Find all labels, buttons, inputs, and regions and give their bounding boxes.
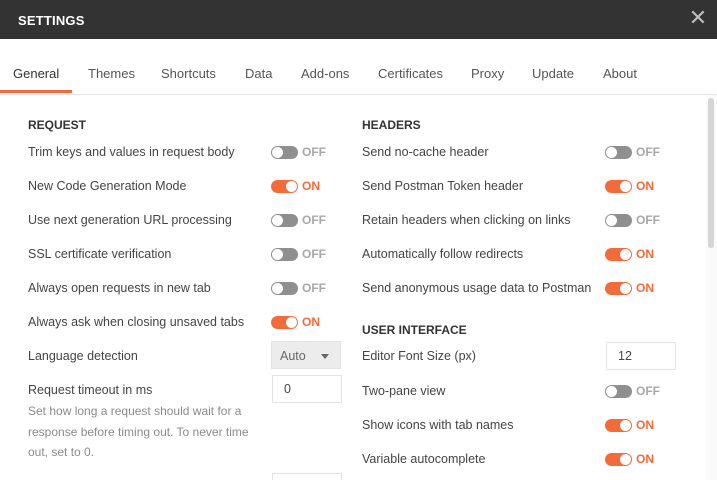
- anonymous-usage-state: ON: [636, 281, 654, 295]
- toggle-knob: [620, 454, 631, 465]
- var-autocomplete-label: Variable autocomplete: [362, 452, 486, 466]
- no-cache-toggle[interactable]: [605, 146, 632, 159]
- language-detection-label: Language detection: [28, 349, 138, 363]
- var-autocomplete-toggle[interactable]: [605, 453, 632, 466]
- toggle-knob: [272, 249, 283, 260]
- icons-tab-names-label: Show icons with tab names: [362, 418, 514, 432]
- toggle-knob: [620, 283, 631, 294]
- partial-input[interactable]: [272, 473, 342, 480]
- ssl-verification-label: SSL certificate verification: [28, 247, 172, 261]
- toggle-knob: [620, 420, 631, 431]
- scrollbar-thumb[interactable]: [708, 98, 714, 248]
- ask-closing-toggle[interactable]: [271, 316, 298, 329]
- language-detection-value: Auto: [280, 349, 306, 363]
- ssl-verification-toggle[interactable]: [271, 248, 298, 261]
- toggle-knob: [606, 386, 617, 397]
- open-new-tab-state: OFF: [302, 281, 326, 295]
- ask-closing-state: ON: [302, 315, 320, 329]
- toggle-knob: [606, 215, 617, 226]
- postman-token-label: Send Postman Token header: [362, 179, 523, 193]
- follow-redirects-label: Automatically follow redirects: [362, 247, 524, 261]
- tab-themes[interactable]: Themes: [88, 66, 135, 81]
- next-gen-url-state: OFF: [302, 213, 326, 227]
- tab-shortcuts[interactable]: Shortcuts: [161, 66, 216, 81]
- next-gen-url-label: Use next generation URL processing: [28, 213, 232, 227]
- language-detection-select[interactable]: Auto: [271, 341, 341, 369]
- two-pane-label: Two-pane view: [362, 384, 446, 398]
- next-gen-url-toggle[interactable]: [271, 214, 298, 227]
- font-size-label: Editor Font Size (px): [362, 349, 476, 363]
- two-pane-state: OFF: [636, 384, 660, 398]
- retain-headers-toggle[interactable]: [605, 214, 632, 227]
- two-pane-toggle[interactable]: [605, 385, 632, 398]
- open-new-tab-label: Always open requests in new tab: [28, 281, 211, 295]
- postman-token-state: ON: [636, 179, 654, 193]
- toggle-knob: [272, 147, 283, 158]
- chevron-down-icon: [321, 354, 329, 359]
- no-cache-state: OFF: [636, 145, 660, 159]
- tab-update[interactable]: Update: [532, 66, 574, 81]
- tab-general[interactable]: General: [13, 66, 59, 81]
- font-size-input[interactable]: [606, 342, 676, 370]
- no-cache-label: Send no-cache header: [362, 145, 489, 159]
- window-title: SETTINGS: [18, 13, 85, 28]
- ask-closing-label: Always ask when closing unsaved tabs: [28, 315, 245, 329]
- toggle-knob: [286, 181, 297, 192]
- request-timeout-label: Request timeout in ms: [28, 383, 153, 397]
- open-new-tab-toggle[interactable]: [271, 282, 298, 295]
- trim-keys-state: OFF: [302, 145, 326, 159]
- request-timeout-help: Set how long a request should wait for a…: [28, 404, 249, 459]
- postman-token-toggle[interactable]: [605, 180, 632, 193]
- settings-tabs: General Themes Shortcuts Data Add-ons Ce…: [0, 39, 717, 95]
- new-codegen-label: New Code Generation Mode: [28, 179, 187, 193]
- title-bar: SETTINGS ✕: [0, 0, 717, 39]
- tab-add-ons[interactable]: Add-ons: [301, 66, 349, 81]
- toggle-knob: [606, 147, 617, 158]
- toggle-knob: [272, 215, 283, 226]
- trim-keys-toggle[interactable]: [271, 146, 298, 159]
- section-ui-heading: USER INTERFACE: [362, 323, 467, 337]
- toggle-knob: [272, 283, 283, 294]
- active-tab-indicator: [0, 90, 72, 93]
- follow-redirects-toggle[interactable]: [605, 248, 632, 261]
- icons-tab-names-state: ON: [636, 418, 654, 432]
- follow-redirects-state: ON: [636, 247, 654, 261]
- trim-keys-label: Trim keys and values in request body: [28, 145, 235, 159]
- new-codegen-state: ON: [302, 179, 320, 193]
- ssl-verification-state: OFF: [302, 247, 326, 261]
- anonymous-usage-label: Send anonymous usage data to Postman: [362, 281, 592, 295]
- close-icon[interactable]: ✕: [688, 7, 708, 29]
- toggle-knob: [620, 181, 631, 192]
- anonymous-usage-toggle[interactable]: [605, 282, 632, 295]
- tab-data[interactable]: Data: [245, 66, 272, 81]
- request-timeout-input[interactable]: [272, 375, 342, 403]
- toggle-knob: [620, 249, 631, 260]
- tab-about[interactable]: About: [603, 66, 637, 81]
- tab-certificates[interactable]: Certificates: [378, 66, 443, 81]
- var-autocomplete-state: ON: [636, 452, 654, 466]
- settings-content: REQUEST Trim keys and values in request …: [0, 95, 706, 480]
- retain-headers-label: Retain headers when clicking on links: [362, 213, 571, 227]
- section-headers-heading: HEADERS: [362, 118, 421, 132]
- section-request-heading: REQUEST: [28, 118, 87, 132]
- icons-tab-names-toggle[interactable]: [605, 419, 632, 432]
- new-codegen-toggle[interactable]: [271, 180, 298, 193]
- toggle-knob: [286, 317, 297, 328]
- retain-headers-state: OFF: [636, 213, 660, 227]
- tab-proxy[interactable]: Proxy: [471, 66, 504, 81]
